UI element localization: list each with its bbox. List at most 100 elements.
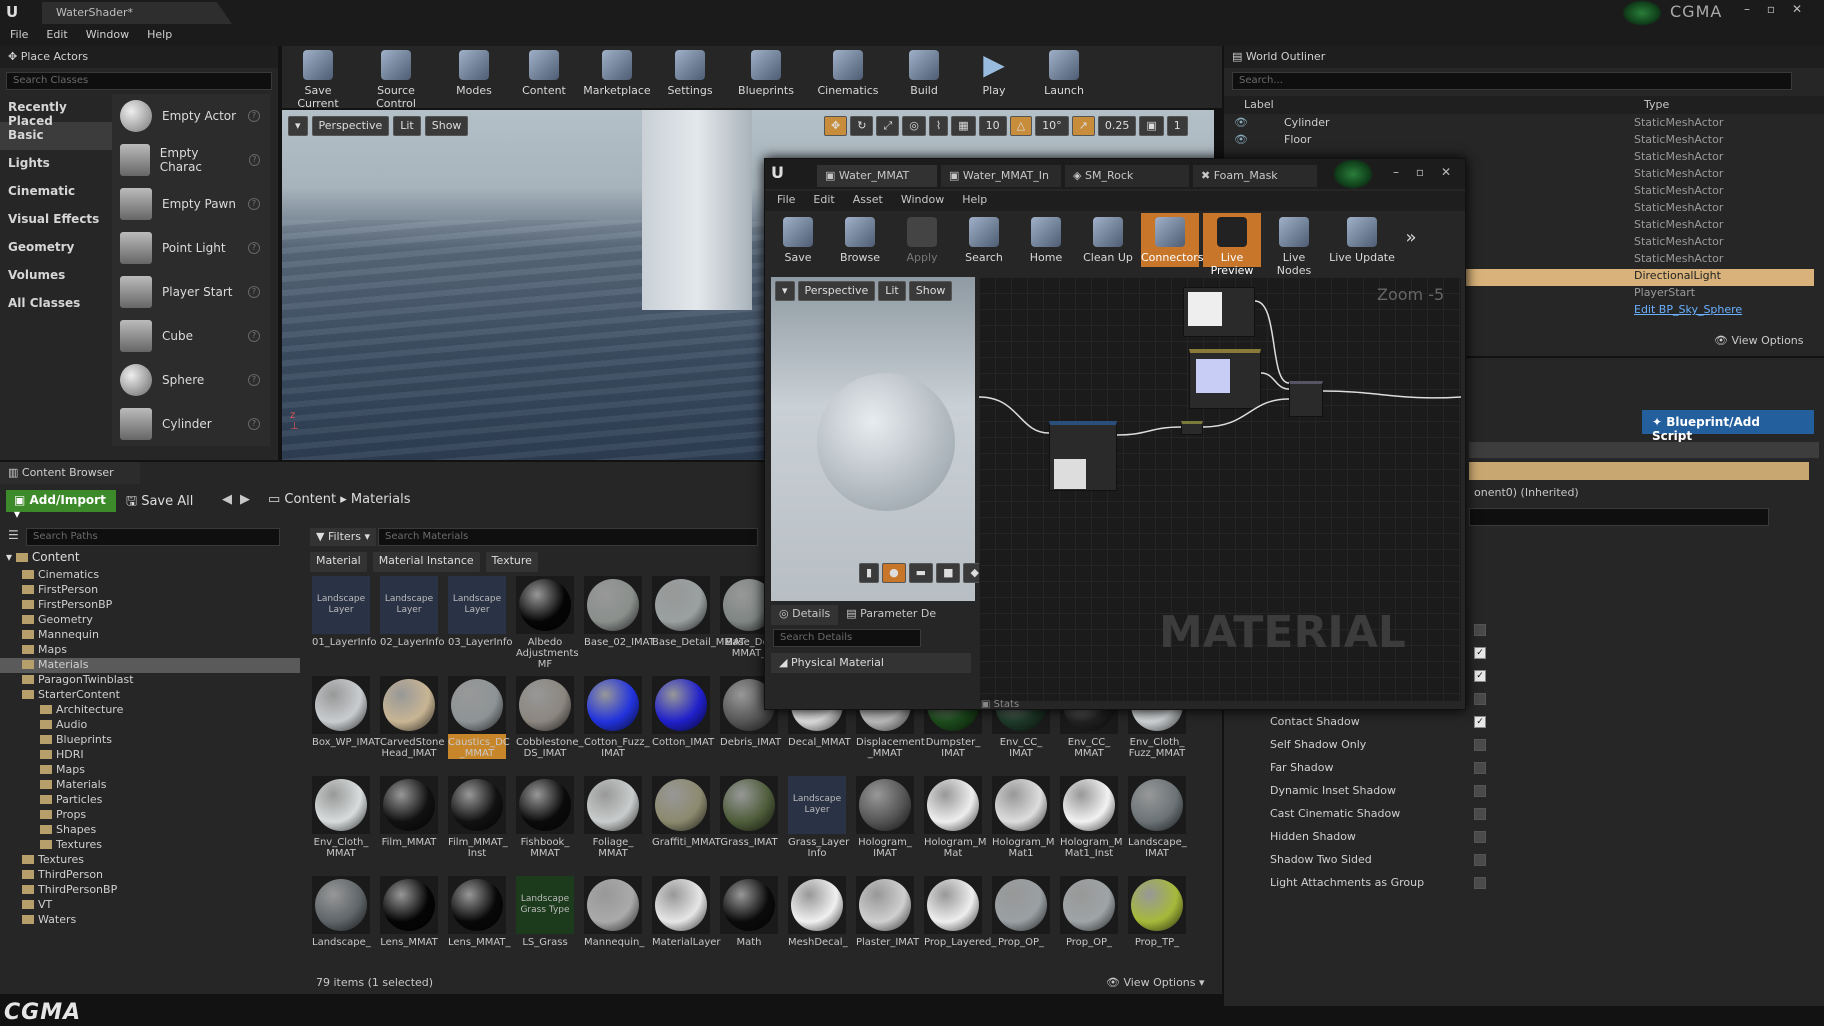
mat-menu-edit[interactable]: Edit bbox=[813, 193, 834, 209]
save-current-button[interactable]: Save Current bbox=[286, 46, 350, 110]
asset-tile[interactable]: MaterialLayer bbox=[652, 876, 721, 948]
marketplace-button[interactable]: Marketplace bbox=[582, 46, 652, 106]
menu-file[interactable]: File bbox=[10, 28, 28, 44]
property-checkbox[interactable]: ✓ bbox=[1474, 715, 1486, 728]
toolbar-overflow-icon[interactable]: » bbox=[1401, 213, 1421, 267]
asset-tile[interactable]: Landscape Layer 02_LayerInfo bbox=[380, 576, 445, 648]
actor-cylinder[interactable]: Cylinder? bbox=[112, 402, 270, 446]
actor-sphere[interactable]: Sphere? bbox=[112, 358, 270, 402]
help-icon[interactable]: ? bbox=[248, 110, 260, 122]
outliner-search-input[interactable]: Search... bbox=[1232, 72, 1792, 90]
outliner-row[interactable]: 👁 Cylinder StaticMeshActor bbox=[1224, 116, 1814, 133]
scale-size[interactable]: 0.25 bbox=[1097, 116, 1137, 136]
world-icon[interactable]: ◎ bbox=[902, 116, 926, 136]
property-checkbox[interactable] bbox=[1474, 876, 1486, 889]
mat-live-nodes-button[interactable]: Live Nodes bbox=[1265, 213, 1323, 277]
asset-tile[interactable]: Box_WP_IMAT bbox=[312, 676, 380, 748]
folder-tree-item[interactable]: Props bbox=[0, 808, 300, 823]
mat-details-tab[interactable]: ◎ Details bbox=[771, 605, 839, 625]
folder-tree-item[interactable]: Architecture bbox=[0, 703, 300, 718]
folder-tree-item[interactable]: Maps bbox=[0, 643, 300, 658]
search-materials-input[interactable]: Search Materials bbox=[378, 528, 758, 546]
folder-tree-item[interactable]: Mannequin bbox=[0, 628, 300, 643]
scale-snap-icon[interactable]: ↗ bbox=[1071, 116, 1095, 136]
asset-tile[interactable]: Plaster_IMAT bbox=[856, 876, 919, 948]
asset-tile[interactable]: Landscape Grass Type LS_Grass bbox=[516, 876, 574, 948]
filters-button[interactable]: ▼ Filters ▾ bbox=[310, 528, 376, 546]
asset-tile[interactable]: Math bbox=[720, 876, 778, 948]
build-button[interactable]: Build bbox=[892, 46, 956, 106]
viewport-options-dropdown[interactable]: ▾ bbox=[288, 116, 308, 136]
save-all-button[interactable]: 🖫 Save All bbox=[126, 492, 193, 514]
folder-tree-item[interactable]: FirstPersonBP bbox=[0, 598, 300, 613]
asset-tile[interactable]: Cobblestone_ DS_IMAT bbox=[516, 676, 583, 759]
mat-param-tab[interactable]: ▤ Parameter De bbox=[838, 605, 944, 625]
asset-tile[interactable]: Cotton_Fuzz_ IMAT bbox=[584, 676, 649, 759]
asset-tile[interactable]: Prop_OP_ bbox=[1060, 876, 1118, 948]
asset-tile[interactable]: Landscape Layer 01_LayerInfo bbox=[312, 576, 377, 648]
actor-empty-character[interactable]: Empty Charac? bbox=[112, 138, 270, 182]
property-checkbox[interactable] bbox=[1474, 692, 1486, 705]
content-button[interactable]: Content bbox=[512, 46, 576, 106]
mat-menu-window[interactable]: Window bbox=[901, 193, 944, 209]
preview-plane-icon[interactable]: ▬ bbox=[908, 563, 934, 583]
mat-search-button[interactable]: Search bbox=[955, 213, 1013, 267]
asset-tile[interactable]: Albedo Adjustments MF bbox=[516, 576, 579, 670]
folder-tree-item[interactable]: Audio bbox=[0, 718, 300, 733]
folder-tree-item[interactable]: Maps bbox=[0, 763, 300, 778]
sources-toggle-icon[interactable]: ☰ bbox=[8, 528, 19, 542]
folder-tree-item[interactable]: Materials bbox=[0, 778, 300, 793]
asset-tile[interactable]: Landscape_ IMAT bbox=[1128, 776, 1187, 859]
nav-forward-icon[interactable]: ▶ bbox=[240, 492, 250, 507]
mat-minimize-icon[interactable]: – bbox=[1385, 165, 1407, 181]
folder-tree-item[interactable]: FirstPerson bbox=[0, 583, 300, 598]
angle-size[interactable]: 10° bbox=[1035, 116, 1069, 136]
property-checkbox[interactable] bbox=[1474, 738, 1486, 751]
mat-menu-asset[interactable]: Asset bbox=[853, 193, 883, 209]
category-lights[interactable]: Lights bbox=[0, 150, 112, 178]
add-import-button[interactable]: ▣ Add/Import ▾ bbox=[6, 490, 116, 521]
tree-root[interactable]: ▾ Content bbox=[6, 550, 300, 566]
tab-sm-rock[interactable]: ◈ SM_Rock bbox=[1065, 165, 1189, 187]
folder-tree-item[interactable]: Textures bbox=[0, 853, 300, 868]
category-cinematic[interactable]: Cinematic bbox=[0, 178, 112, 206]
folder-tree-item[interactable]: Geometry bbox=[0, 613, 300, 628]
property-checkbox[interactable] bbox=[1474, 853, 1486, 866]
menu-edit[interactable]: Edit bbox=[46, 28, 67, 44]
filter-material[interactable]: Material bbox=[310, 552, 367, 572]
tab-foam-mask[interactable]: ✖ Foam_Mask bbox=[1193, 165, 1317, 187]
tab-water-mmat-inst[interactable]: ▣ Water_MMAT_In bbox=[941, 165, 1061, 187]
asset-tile[interactable]: Caustics_DC _MMAT bbox=[448, 676, 510, 759]
category-visual-effects[interactable]: Visual Effects bbox=[0, 206, 112, 234]
translate-icon[interactable]: ✥ bbox=[824, 116, 848, 136]
mat-save-button[interactable]: Save bbox=[769, 213, 827, 267]
mat-menu-file[interactable]: File bbox=[777, 193, 795, 209]
tab-water-mmat[interactable]: ▣ Water_MMAT bbox=[817, 165, 937, 187]
physical-material-section[interactable]: ◢ Physical Material bbox=[771, 653, 971, 673]
cb-view-options-button[interactable]: 👁 View Options ▾ bbox=[1106, 976, 1205, 989]
rotate-icon[interactable]: ↻ bbox=[850, 116, 874, 136]
blueprint-add-script-button[interactable]: ✦ Blueprint/Add Script bbox=[1642, 410, 1814, 443]
visibility-eye-icon[interactable]: 👁 bbox=[1224, 133, 1254, 150]
search-classes-input[interactable]: Search Classes bbox=[6, 72, 272, 90]
surface-snap-icon[interactable]: ⌇ bbox=[928, 116, 949, 136]
show-button[interactable]: Show bbox=[424, 116, 469, 136]
filter-material-instance[interactable]: Material Instance bbox=[372, 552, 480, 572]
actor-point-light[interactable]: Point Light? bbox=[112, 226, 270, 270]
blueprints-button[interactable]: Blueprints bbox=[728, 46, 804, 106]
asset-tile[interactable]: Mannequin_ bbox=[584, 876, 644, 948]
asset-tile[interactable]: Prop_OP_ bbox=[992, 876, 1050, 948]
launch-button[interactable]: Launch bbox=[1032, 46, 1096, 106]
asset-tile[interactable]: Landscape_ bbox=[312, 876, 371, 948]
help-icon[interactable]: ? bbox=[248, 418, 260, 430]
maximize-icon[interactable]: ▫ bbox=[1760, 2, 1782, 18]
asset-tile[interactable]: Lens_MMAT_ bbox=[448, 876, 511, 948]
property-checkbox[interactable] bbox=[1474, 830, 1486, 843]
preview-perspective-button[interactable]: Perspective bbox=[797, 281, 876, 301]
asset-tile[interactable]: Landscape Layer Grass_Layer Info bbox=[788, 776, 849, 859]
menu-help[interactable]: Help bbox=[147, 28, 172, 44]
mat-cleanup-button[interactable]: Clean Up bbox=[1079, 213, 1137, 267]
folder-tree-item[interactable]: StarterContent bbox=[0, 688, 300, 703]
preview-show-button[interactable]: Show bbox=[908, 281, 953, 301]
outliner-type[interactable]: Edit BP_Sky_Sphere bbox=[1634, 303, 1742, 320]
